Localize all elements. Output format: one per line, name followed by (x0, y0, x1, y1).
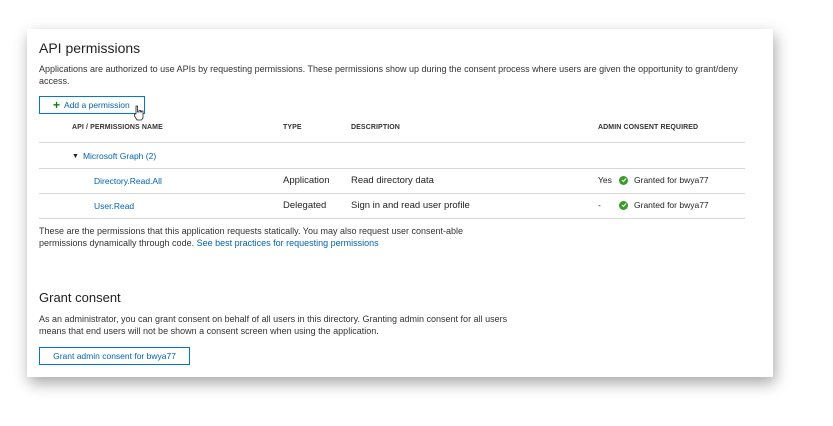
best-practices-link[interactable]: See best practices for requesting permis… (197, 238, 379, 248)
api-group-microsoft-graph[interactable]: ▼ Microsoft Graph (2) (72, 151, 156, 161)
permission-description: Read directory data (351, 175, 434, 186)
column-header-description: DESCRIPTION (351, 124, 400, 131)
admin-required: Yes (598, 175, 612, 185)
permission-type: Delegated (283, 200, 327, 211)
add-permission-button[interactable]: + Add a permission (39, 96, 145, 114)
admin-required: - (598, 200, 601, 210)
grant-consent-description: As an administrator, you can grant conse… (39, 314, 508, 336)
column-header-name: API / PERMISSIONS NAME (72, 124, 163, 131)
permission-type: Application (283, 175, 330, 186)
column-header-type: TYPE (283, 124, 302, 131)
permission-description: Sign in and read user profile (351, 200, 470, 211)
admin-consent-cell: - Granted for bwya77 (598, 200, 709, 210)
permission-link-directory-read-all[interactable]: Directory.Read.All (94, 176, 162, 186)
caret-down-icon: ▼ (72, 152, 79, 160)
divider (39, 168, 745, 169)
consent-status: Granted for bwya77 (634, 175, 709, 185)
page-title: API permissions (39, 40, 141, 56)
grant-consent-title: Grant consent (39, 290, 121, 305)
grant-admin-consent-button[interactable]: Grant admin consent for bwya77 (39, 347, 190, 365)
section-description: Applications are authorized to use APIs … (39, 64, 738, 86)
admin-consent-cell: Yes Granted for bwya77 (598, 175, 709, 185)
divider (39, 142, 745, 143)
permission-link-user-read[interactable]: User.Read (94, 201, 134, 211)
check-circle-icon (619, 175, 628, 185)
column-header-admin-consent: ADMIN CONSENT REQUIRED (598, 124, 699, 131)
check-circle-icon (619, 200, 628, 210)
add-permission-label: Add a permission (64, 100, 130, 110)
api-group-label: Microsoft Graph (2) (82, 151, 157, 161)
consent-status: Granted for bwya77 (634, 200, 709, 210)
hand-cursor-icon (134, 105, 144, 121)
static-permissions-note: These are the permissions that this appl… (39, 226, 479, 249)
divider (39, 218, 745, 219)
plus-icon: + (53, 98, 61, 112)
api-permissions-panel: API permissions Applications are authori… (27, 29, 773, 377)
divider (39, 193, 745, 194)
